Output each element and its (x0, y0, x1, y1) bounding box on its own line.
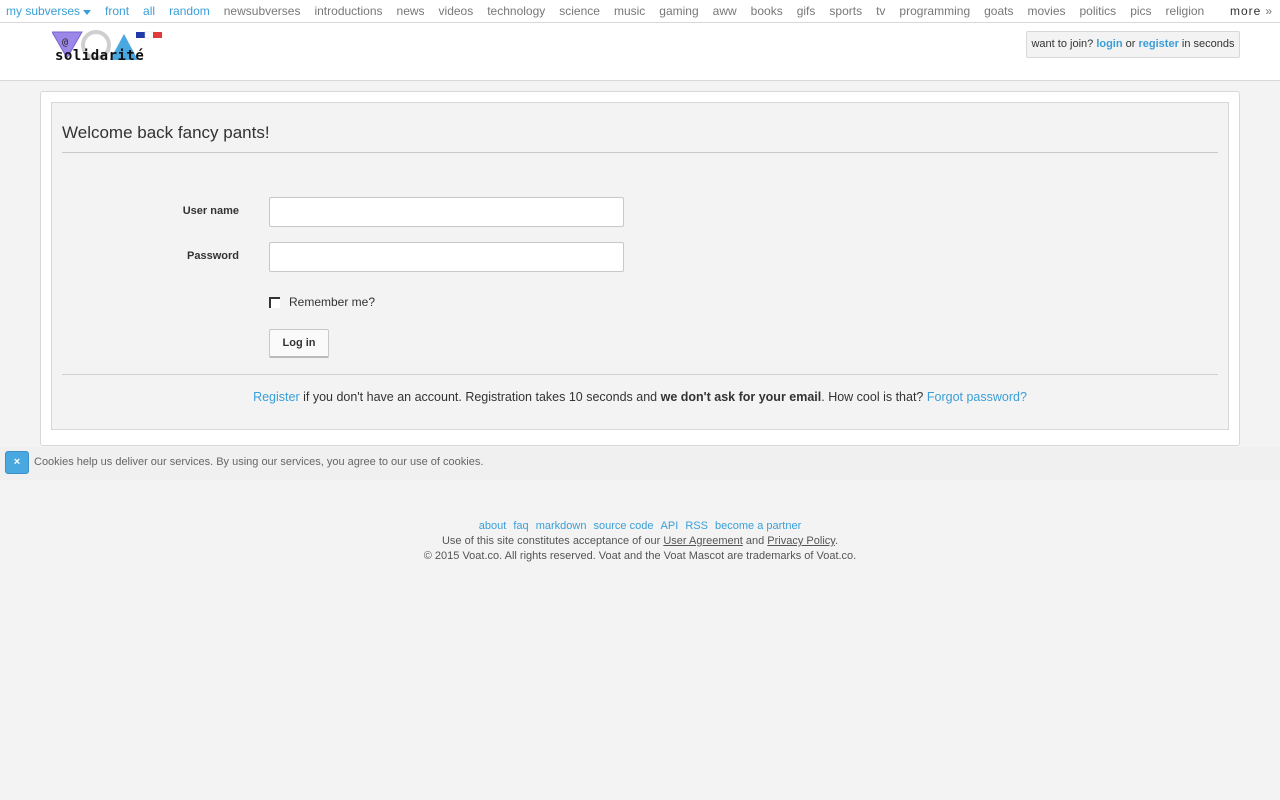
nav-books[interactable]: books (751, 0, 783, 22)
copyright: © 2015 Voat.co. All rights reserved. Voa… (423, 550, 857, 562)
form-divider (62, 374, 1218, 375)
nav-all[interactable]: all (143, 0, 155, 22)
forgot-password-link[interactable]: Forgot password? (927, 390, 1027, 404)
footer-link-about[interactable]: about (479, 520, 507, 532)
chevron-down-icon (83, 10, 92, 15)
nav-gifs[interactable]: gifs (797, 0, 816, 22)
username-input[interactable] (269, 197, 624, 227)
password-input[interactable] (269, 242, 624, 272)
password-label: Password (187, 250, 239, 262)
more-subverses-link[interactable]: more» (1223, 0, 1272, 22)
nav-programming[interactable]: programming (899, 0, 970, 22)
nav-videos[interactable]: videos (439, 0, 474, 22)
nav-front[interactable]: front (105, 0, 129, 22)
my-subverses-label: my subverses (6, 4, 81, 18)
register-bold-text: we don't ask for your email (660, 390, 822, 404)
subverse-nav-bar: my subverses front all random newsubverses in… (0, 0, 1280, 23)
nav-gaming[interactable]: gaming (659, 0, 698, 22)
nav-introductions[interactable]: introductions (314, 0, 382, 22)
terms-prefix: Use of this site constitutes acceptance … (441, 535, 661, 547)
nav-religion[interactable]: religion (1166, 0, 1205, 22)
nav-newsubverses[interactable]: newsubverses (224, 0, 301, 22)
footer-link-rss[interactable]: RSS (685, 520, 708, 532)
login-form: Welcome back fancy pants! User name Pass… (51, 102, 1229, 430)
my-subverses-dropdown[interactable]: my subverses (6, 0, 92, 22)
site-header: @ solidarité want to join? login or regi… (0, 23, 1280, 81)
footer-links: about faq markdown source code API RSS b… (0, 519, 1280, 534)
register-text-end: . How cool is that? (821, 390, 924, 404)
register-link[interactable]: register (1139, 38, 1179, 50)
footer-link-source-code[interactable]: source code (594, 520, 654, 532)
nav-movies[interactable]: movies (1027, 0, 1065, 22)
nav-science[interactable]: science (559, 0, 600, 22)
register-prompt-link[interactable]: Register (253, 390, 300, 404)
voat-logo[interactable]: @ solidarité (51, 30, 164, 64)
nav-politics[interactable]: politics (1080, 0, 1117, 22)
nav-music[interactable]: music (614, 0, 645, 22)
footer-link-become-partner[interactable]: become a partner (715, 520, 801, 532)
nav-aww[interactable]: aww (713, 0, 737, 22)
privacy-policy-link[interactable]: Privacy Policy (767, 535, 835, 547)
join-box: want to join? login or register in secon… (1026, 31, 1240, 58)
nav-goats[interactable]: goats (984, 0, 1013, 22)
terms-and: and (745, 535, 765, 547)
cookie-text: Cookies help us deliver our services. By… (34, 456, 484, 468)
nav-news[interactable]: news (397, 0, 425, 22)
site-footer: about faq markdown source code API RSS b… (0, 519, 1280, 564)
footer-terms: Use of this site constitutes acceptance … (0, 534, 1280, 549)
more-label: more (1229, 4, 1262, 18)
footer-link-api[interactable]: API (661, 520, 679, 532)
username-label: User name (182, 205, 239, 217)
logo-text: solidarité (55, 48, 144, 64)
terms-period: . (834, 535, 839, 547)
user-agreement-link[interactable]: User Agreement (663, 535, 742, 547)
login-panel: Welcome back fancy pants! User name Pass… (40, 91, 1240, 446)
double-chevron-right-icon: » (1265, 4, 1272, 18)
nav-technology[interactable]: technology (487, 0, 545, 22)
nav-sports[interactable]: sports (829, 0, 862, 22)
join-suffix: in seconds (1181, 38, 1235, 50)
close-icon[interactable]: × (5, 451, 29, 474)
subverse-list: my subverses front all random newsubverses in… (0, 0, 1226, 22)
svg-text:@: @ (62, 37, 68, 48)
join-or: or (1125, 38, 1136, 50)
remember-me-label[interactable]: Remember me? (289, 295, 375, 309)
footer-link-markdown[interactable]: markdown (536, 520, 587, 532)
register-prompt: Register if you don't have an account. R… (52, 390, 1228, 404)
nav-tv[interactable]: tv (876, 0, 885, 22)
cookie-notice: × Cookies help us deliver our services. … (0, 447, 1280, 480)
voat-logo-icon: @ solidarité (51, 30, 162, 64)
nav-random[interactable]: random (169, 0, 210, 22)
footer-link-faq[interactable]: faq (513, 520, 528, 532)
join-prefix: want to join? (1031, 38, 1094, 50)
login-button[interactable]: Log in (269, 329, 329, 358)
login-link[interactable]: login (1096, 38, 1122, 50)
register-text: if you don't have an account. Registrati… (303, 390, 658, 404)
nav-pics[interactable]: pics (1130, 0, 1151, 22)
remember-me-checkbox[interactable] (269, 297, 280, 308)
title-divider (62, 152, 1218, 153)
page-title: Welcome back fancy pants! (62, 123, 270, 142)
